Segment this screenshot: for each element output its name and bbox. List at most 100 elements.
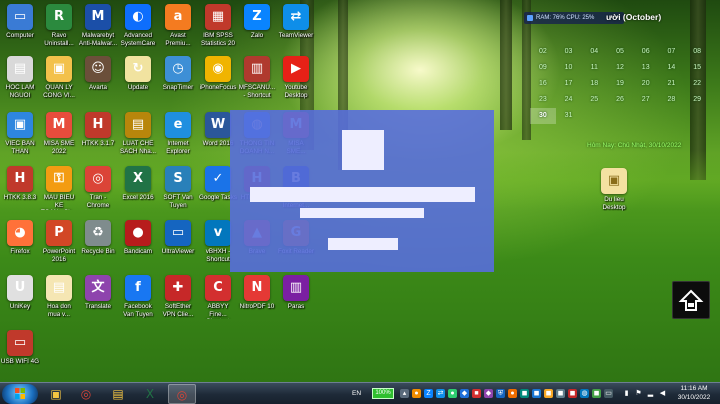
blue-tray-icon-2[interactable]: ◼ [532, 389, 541, 398]
desktop-icon[interactable]: a Avast Premiu... [158, 4, 198, 47]
desktop-icon[interactable]: M Malwarebyt Anti-Malwar... [78, 4, 118, 47]
desktop-icon[interactable]: ● Bandicam [118, 220, 158, 256]
desktop-file-du-lieu[interactable]: ▣ Du lieu Desktop [594, 168, 634, 211]
firefox-icon: ◕ [7, 220, 33, 246]
desktop-icon[interactable]: ◐ Advanced SystemCare [118, 4, 158, 47]
desktop-icon[interactable]: ▥ Paras [276, 275, 316, 311]
calendar-day: 19 [616, 80, 624, 87]
desktop-file-label: Du lieu Desktop [602, 196, 626, 211]
scroll-to-top-button[interactable] [672, 281, 710, 319]
desktop-icon-label: PowerPoint 2016 [42, 248, 76, 263]
desktop-icon[interactable]: ▤ Hoa don mua v... [39, 275, 79, 318]
archive-icon: ▥ [283, 275, 309, 301]
desktop-icon[interactable]: H HTKK 3.8.3 [0, 166, 40, 202]
clock-date[interactable]: 30/10/2022 [670, 394, 718, 401]
desktop-icon[interactable]: ▭ Computer [0, 4, 40, 40]
vpn-tray-icon[interactable]: ◼ [568, 389, 577, 398]
desktop-icon-label: Internet Explorer [166, 140, 190, 155]
globe-tray-icon[interactable]: ◍ [580, 389, 589, 398]
desktop-icon[interactable]: X Excel 2016 [118, 166, 158, 202]
vbhxh-icon: v [205, 220, 231, 246]
desktop-icon[interactable]: M MISA SME 2022 [39, 112, 79, 155]
iphonefocus-icon: ◉ [205, 56, 231, 82]
flag-tray-icon[interactable]: ⚑ [634, 389, 643, 398]
desktop-icon[interactable]: ♻ Recycle Bin [78, 220, 118, 256]
green-tray-icon[interactable]: ● [448, 389, 457, 398]
monitor-tray-icon[interactable]: ▭ [604, 389, 613, 398]
desktop-icon[interactable]: e Internet Explorer [158, 112, 198, 155]
clock-time[interactable]: 11:16 AM [670, 385, 718, 392]
desktop-icon[interactable]: ▤ LUAT CHE SACH Nha... [118, 112, 158, 155]
yellow-tray-icon[interactable]: ◼ [544, 389, 553, 398]
desktop-icon[interactable]: Z Zalo [237, 4, 277, 40]
desktop-icon[interactable]: H HTKK 3.1.7 [78, 112, 118, 148]
network-icon[interactable]: ▴ [400, 389, 409, 398]
desktop-icon[interactable]: U UniKey [0, 275, 40, 311]
taskbar-app-button[interactable]: ◎ [168, 384, 196, 404]
taskbar-app-button[interactable]: X [136, 384, 164, 404]
desktop-icon-label: USB WIFI 4G [0, 358, 40, 365]
desktop-icon[interactable]: ▦ IBM SPSS Statistics 20 [198, 4, 238, 47]
green-tray-icon-2[interactable]: ◼ [592, 389, 601, 398]
desktop-icon[interactable]: 文 Translate [78, 275, 118, 311]
calendar-day: 04 [590, 48, 599, 55]
desktop-icon[interactable]: ▶ Youtube Desktop [276, 56, 316, 99]
taskbar-app-button[interactable]: ▤ [104, 384, 132, 404]
red-tray-icon[interactable]: ■ [472, 389, 481, 398]
language-indicator[interactable]: EN [352, 390, 361, 397]
desktop-icon[interactable]: ▤ HOC LAM NGUOI [0, 56, 40, 99]
desktop-icon[interactable]: ⚿ MAU BIEU KE TOAN - Sh... [39, 166, 79, 210]
calendar-day [607, 108, 633, 124]
taskbar: ▣ ◎ ▤ X ◎ EN 100% ▴ ● Z ⇄ ● ◆ ■ ◆ ⛨ ● ◼ ◼ ◼ … [0, 382, 720, 404]
desktop-icon[interactable]: ☺ Avarta [78, 56, 118, 92]
shield-tray-icon[interactable]: ⛨ [496, 389, 505, 398]
desktop-icon[interactable]: P PowerPoint 2016 [39, 220, 79, 263]
desktop-icon[interactable]: ◕ Firefox [0, 220, 40, 256]
battery-indicator[interactable]: 100% [372, 388, 394, 399]
calendar-day: 12 [616, 64, 624, 71]
desktop-icon-label: TeamViewer [278, 32, 314, 39]
signal-tray-icon[interactable]: ▂ [646, 389, 655, 398]
taskbar-app-button[interactable]: ▣ [42, 384, 70, 404]
desktop-icon[interactable]: ⇄ TeamViewer [276, 4, 316, 40]
calendar-day: 24 [564, 96, 573, 103]
desktop-icon-label: HTKK 3.1.7 [81, 140, 115, 147]
desktop-icon[interactable]: C ABBYY Fine... Shortcut [198, 275, 238, 319]
purple-tray-icon[interactable]: ◆ [484, 389, 493, 398]
desktop-icon[interactable]: ◉ iPhoneFocus [198, 56, 238, 92]
grey-tray-icon[interactable]: ◼ [556, 389, 565, 398]
desktop-icon[interactable]: ▥ MFSCANU... - Shortcut [237, 56, 277, 99]
blue-tray-icon[interactable]: ◆ [460, 389, 469, 398]
teamviewer-tray-icon[interactable]: ⇄ [436, 389, 445, 398]
teal-tray-icon[interactable]: ◼ [520, 389, 529, 398]
desktop-icon-label: Paras [287, 303, 305, 310]
unikey-icon: U [7, 275, 33, 301]
desktop-icon[interactable]: ✚ SoftEther VPN Clie... [158, 275, 198, 318]
desktop-icon-label: Translate [84, 303, 111, 310]
desktop-icon[interactable]: R Ravo Uninstall... [39, 4, 79, 47]
misa-icon: M [46, 112, 72, 138]
taskbar-app-button[interactable]: ◎ [72, 384, 100, 404]
volume-tray-icon[interactable]: ◀ [658, 389, 667, 398]
zalo-tray-icon[interactable]: Z [424, 389, 433, 398]
excel-icon: X [125, 166, 151, 192]
tree-trunk [500, 0, 512, 130]
desktop-icon[interactable]: ↻ Update [118, 56, 158, 92]
calendar-day [633, 108, 659, 124]
bandicam-icon: ● [125, 220, 151, 246]
orange-tray-icon[interactable]: ● [412, 389, 421, 398]
desktop-icon[interactable]: ▭ USB WIFI 4G [0, 330, 40, 366]
calendar-day: 31 [564, 112, 573, 119]
desktop-icon[interactable]: ◷ SnapTimer [158, 56, 198, 92]
desktop-icon[interactable]: f Facebook Van Tuyen [118, 275, 158, 318]
desktop-icon[interactable]: ▭ UltraViewer [158, 220, 198, 256]
desktop-icon[interactable]: ▣ QUAN LY CONG VI... [39, 56, 79, 99]
desktop-icon[interactable]: N NitroPDF 10 [237, 275, 277, 311]
desktop-icon-label: HTKK 3.8.3 [3, 194, 37, 201]
desktop-icon[interactable]: ▣ VIEC BAN THAN [0, 112, 40, 155]
desktop-icon[interactable]: S SOFT Van Tuyen [158, 166, 198, 209]
desktop-icon[interactable]: ◎ Tran - Chrome [78, 166, 118, 209]
start-button[interactable] [2, 384, 38, 404]
orange-tray-icon-2[interactable]: ● [508, 389, 517, 398]
network-tray-icon[interactable]: ▮ [622, 389, 631, 398]
